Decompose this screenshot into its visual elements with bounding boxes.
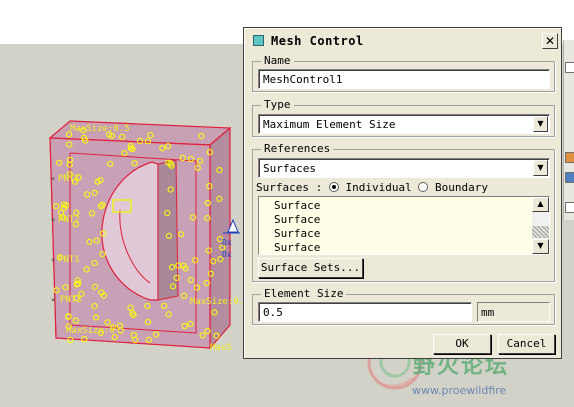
- references-select-value: Surfaces: [263, 162, 316, 175]
- watermark-url: www.proewildfire: [412, 384, 507, 397]
- name-input[interactable]: MeshControl1: [258, 69, 550, 89]
- list-item[interactable]: Surface: [274, 227, 320, 240]
- toolbar-button-icon[interactable]: [565, 172, 574, 183]
- point-marker: ×: [51, 256, 55, 264]
- element-size-input[interactable]: 0.5: [258, 302, 472, 322]
- point-label: PNT3: [60, 295, 82, 305]
- toolbar-button-icon[interactable]: [565, 62, 574, 73]
- chevron-down-icon[interactable]: ▼: [533, 160, 548, 176]
- scroll-thumb[interactable]: [532, 226, 549, 238]
- dialog-titlebar[interactable]: Mesh Control ✕: [246, 30, 559, 52]
- type-select-value: Maximum Element Size: [263, 118, 396, 131]
- max-size-label: MaxSize:0: [66, 326, 115, 336]
- surfaces-list[interactable]: Surface Surface Surface Surface ▲ ▼: [258, 196, 550, 255]
- references-group-legend: References: [261, 142, 334, 155]
- point-marker: ×: [51, 175, 55, 183]
- individual-radio-label[interactable]: Individual: [345, 181, 411, 194]
- mesh-control-dialog: Mesh Control ✕ Name MeshControl1 Type Ma…: [243, 27, 562, 359]
- axis-label: Dx: [222, 238, 232, 247]
- surface-sets-button[interactable]: Surface Sets...: [258, 258, 363, 278]
- scroll-down-icon[interactable]: ▼: [532, 239, 549, 254]
- list-item[interactable]: Surface: [274, 199, 320, 212]
- ok-button[interactable]: OK: [433, 334, 491, 354]
- close-button[interactable]: ✕: [542, 33, 558, 49]
- max-size-label: MaxSize:0.5: [190, 297, 250, 307]
- cancel-button[interactable]: Cancel: [498, 334, 555, 354]
- surfaces-mode-row: Surfaces : Individual Boundary: [256, 181, 488, 194]
- name-group-legend: Name: [261, 54, 294, 67]
- type-group-legend: Type: [261, 98, 294, 111]
- point-label: PNT2: [58, 215, 80, 225]
- chevron-down-icon[interactable]: ▼: [533, 116, 548, 132]
- references-select[interactable]: Surfaces ▼: [258, 158, 550, 178]
- right-toolbar: [563, 40, 574, 220]
- point-marker: ×: [51, 296, 55, 304]
- element-size-group-legend: Element Size: [261, 287, 347, 300]
- type-select[interactable]: Maximum Element Size ▼: [258, 114, 550, 134]
- point-label: PNT1: [58, 174, 80, 184]
- element-size-unit: mm: [477, 302, 550, 322]
- scroll-up-icon[interactable]: ▲: [532, 197, 549, 212]
- point-marker: ×: [51, 216, 55, 224]
- max-size-label: MaxSize:0.5: [70, 124, 130, 134]
- list-item[interactable]: Surface: [274, 213, 320, 226]
- surfaces-mode-label: Surfaces :: [256, 181, 323, 194]
- individual-radio[interactable]: [328, 182, 339, 192]
- list-item[interactable]: Surface: [274, 241, 320, 254]
- point-label: PNT1: [58, 255, 80, 265]
- max-size-label: MaxS: [210, 343, 232, 353]
- axis-label: Dx: [222, 250, 232, 259]
- list-scrollbar[interactable]: ▲ ▼: [532, 197, 549, 254]
- dialog-title: Mesh Control: [271, 34, 364, 48]
- boundary-radio[interactable]: [418, 182, 429, 192]
- boundary-radio-label[interactable]: Boundary: [435, 181, 488, 194]
- toolbar-button-icon[interactable]: [565, 152, 574, 163]
- model-hole-wall: [157, 159, 179, 301]
- toolbar-button-icon[interactable]: [565, 202, 574, 213]
- mesh-control-icon: [253, 35, 264, 46]
